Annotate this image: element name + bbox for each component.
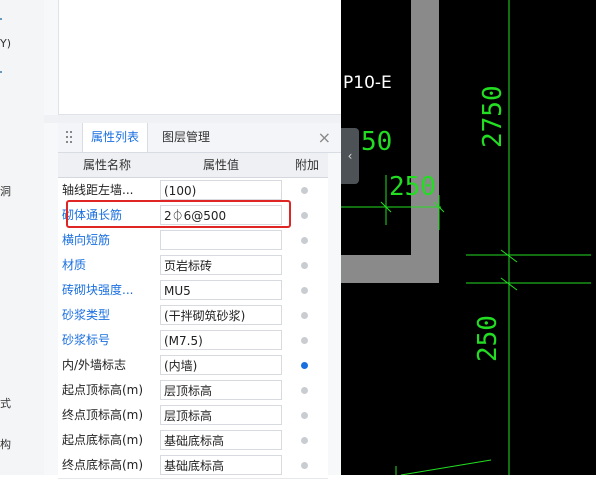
property-value-input[interactable]: 基础底标高 xyxy=(160,430,282,450)
sidebar-marker xyxy=(0,18,2,20)
property-name: 砂浆标号 xyxy=(62,333,111,347)
dimension-label-250: 250 xyxy=(389,172,436,202)
highlight-box xyxy=(66,200,291,228)
sidebar-fragment-label: Y) xyxy=(0,37,12,50)
dimension-label-250-vertical: 250 xyxy=(473,315,503,362)
extra-checkbox[interactable] xyxy=(301,187,308,194)
property-row[interactable]: 砖砌块强度... MU5 xyxy=(58,278,328,304)
tab-layer-management[interactable]: 图层管理 xyxy=(154,123,218,152)
wall-vertical xyxy=(411,0,439,283)
sidebar-marker xyxy=(0,71,2,73)
property-value-input[interactable]: (100) xyxy=(160,180,282,200)
extra-checkbox[interactable] xyxy=(301,362,308,369)
sidebar-fragment-label: 洞 xyxy=(0,185,11,198)
extra-checkbox[interactable] xyxy=(301,462,308,469)
tab-property-list[interactable]: 属性列表 xyxy=(82,123,149,152)
close-icon[interactable]: × xyxy=(318,128,331,147)
property-row[interactable]: 终点顶标高(m) 层顶标高 xyxy=(58,403,328,429)
property-row[interactable]: 内/外墙标志 (内墙) xyxy=(58,353,328,379)
property-name: 砂浆类型 xyxy=(62,308,111,322)
property-name: 起点底标高(m) xyxy=(62,433,144,447)
property-name: 横向短筋 xyxy=(62,233,111,247)
extra-checkbox[interactable] xyxy=(301,387,308,394)
extra-checkbox[interactable] xyxy=(301,412,308,419)
panel-tabs: 属性列表 图层管理 × xyxy=(58,123,341,153)
property-row[interactable]: 起点顶标高(m) 层顶标高 xyxy=(58,378,328,404)
property-row[interactable]: 起点底标高(m) 基础底标高 xyxy=(58,428,328,454)
property-name: 终点底标高(m) xyxy=(62,458,144,472)
property-row[interactable]: 砂浆标号 (M7.5) xyxy=(58,328,328,354)
extra-checkbox[interactable] xyxy=(301,312,308,319)
left-sidebar-strip: Y) 洞 式 构 xyxy=(0,0,45,475)
property-name: 终点顶标高(m) xyxy=(62,408,144,422)
property-row[interactable]: 材质 页岩标砖 xyxy=(58,253,328,279)
property-name: 内/外墙标志 xyxy=(62,358,127,372)
property-name: 材质 xyxy=(62,258,87,272)
cad-drawing-canvas[interactable]: P10-E 2750 250 250 50 xyxy=(341,0,596,475)
property-value-input[interactable] xyxy=(160,230,282,250)
dimension-label-2750: 2750 xyxy=(478,85,508,148)
property-panel: 属性列表 图层管理 × 属性名称 属性值 附加 轴线距左墙... (100) 砌体通… xyxy=(44,0,383,479)
sidebar-fragment-label: 式 xyxy=(0,397,11,410)
column-header-name: 属性名称 xyxy=(82,158,131,172)
panel-top-area xyxy=(58,0,383,115)
property-row[interactable]: 终点底标高(m) 基础底标高 xyxy=(58,453,328,479)
extra-checkbox[interactable] xyxy=(301,237,308,244)
property-row[interactable]: 横向短筋 xyxy=(58,228,328,254)
wall-horizontal xyxy=(341,255,439,283)
property-value-input[interactable]: 基础底标高 xyxy=(160,455,282,475)
property-row[interactable]: 砂浆类型 (干拌砌筑砂浆) xyxy=(58,303,328,329)
property-value-input[interactable]: 页岩标砖 xyxy=(160,255,282,275)
property-value-input[interactable]: MU5 xyxy=(160,280,282,300)
property-value-input[interactable]: (M7.5) xyxy=(160,330,282,350)
property-value-input[interactable]: 层顶标高 xyxy=(160,380,282,400)
column-header-value: 属性值 xyxy=(202,158,239,172)
extra-checkbox[interactable] xyxy=(301,212,308,219)
property-value-input[interactable]: 层顶标高 xyxy=(160,405,282,425)
property-name: 起点顶标高(m) xyxy=(62,383,144,397)
property-table-header: 属性名称 属性值 附加 xyxy=(58,153,328,178)
sidebar-fragment-label: 构 xyxy=(0,438,11,451)
drag-grip-icon[interactable] xyxy=(66,131,74,143)
extra-checkbox[interactable] xyxy=(301,262,308,269)
property-value-input[interactable]: (干拌砌筑砂浆) xyxy=(160,305,282,325)
column-header-extra: 附加 xyxy=(294,158,319,172)
dimension-label-partial: 50 xyxy=(361,127,392,157)
collapse-panel-button[interactable]: ‹ xyxy=(341,128,359,184)
drawing-label-p10e: P10-E xyxy=(343,73,392,93)
extra-checkbox[interactable] xyxy=(301,437,308,444)
extra-checkbox[interactable] xyxy=(301,287,308,294)
property-name: 砖砌块强度... xyxy=(62,283,134,297)
extra-checkbox[interactable] xyxy=(301,337,308,344)
property-value-input[interactable]: (内墙) xyxy=(160,355,282,375)
